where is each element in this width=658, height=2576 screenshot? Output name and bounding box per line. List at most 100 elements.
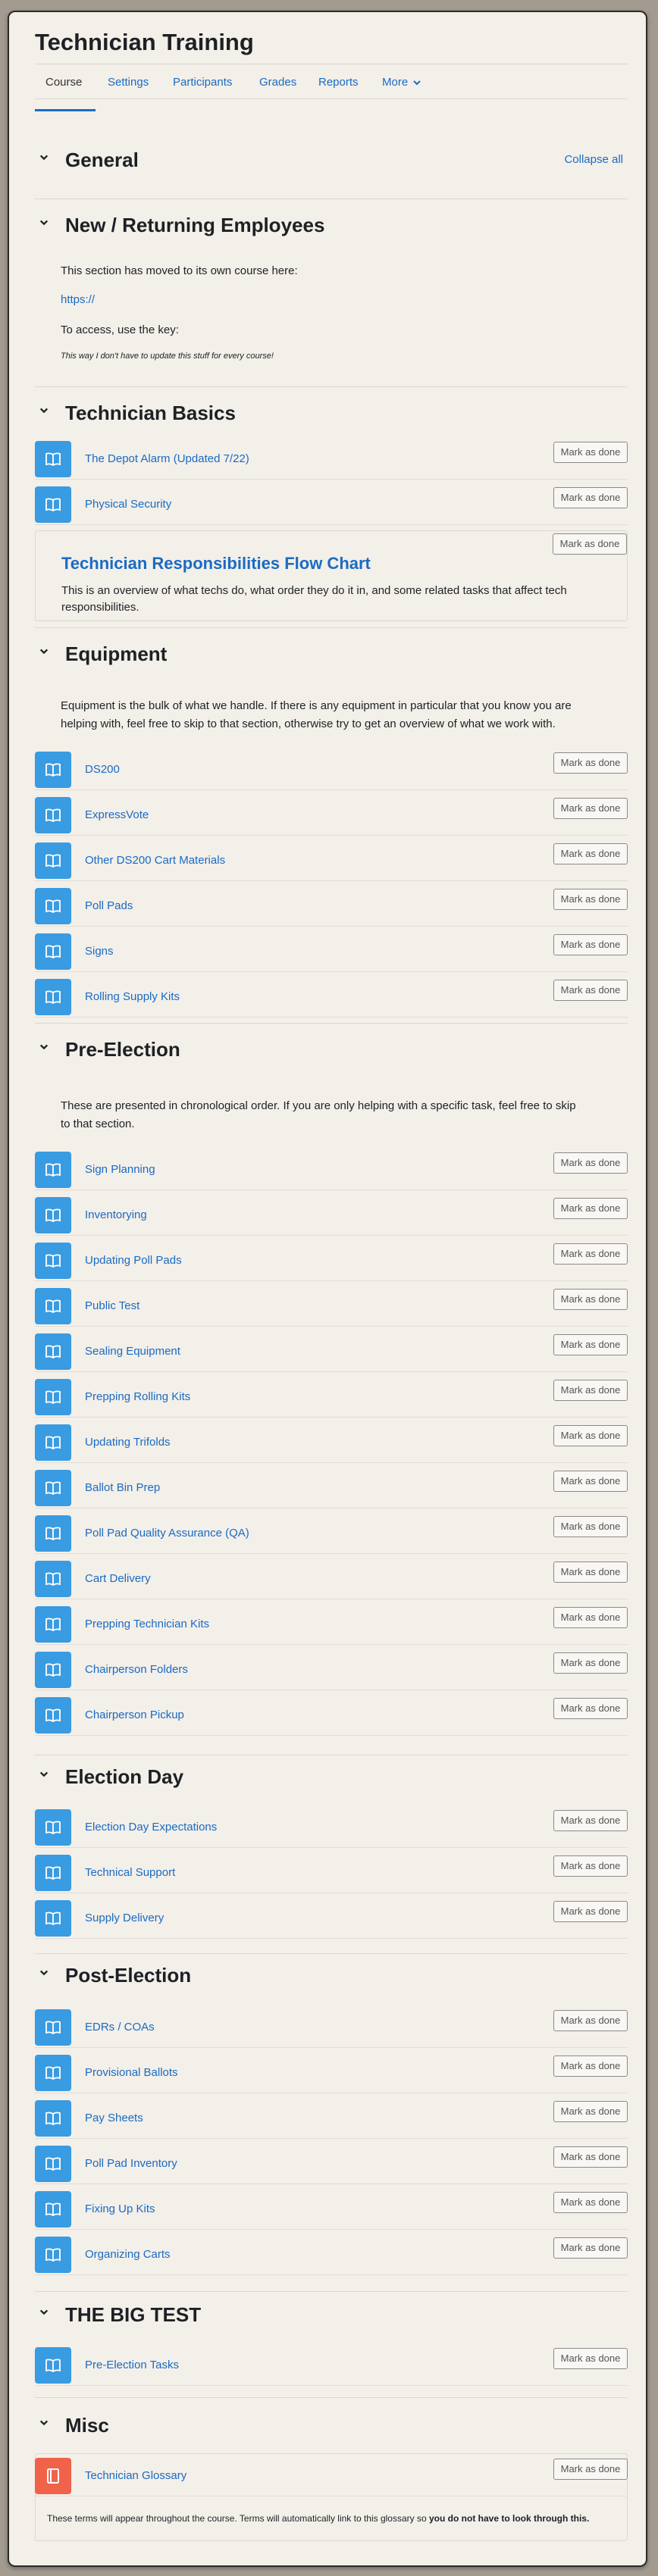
- tab-more[interactable]: More: [382, 76, 421, 89]
- chevron-down-icon[interactable]: [39, 647, 49, 656]
- mark-as-done-button[interactable]: Mark as done: [553, 1516, 628, 1537]
- section-header-big_test[interactable]: THE BIG TEST: [35, 2300, 628, 2331]
- activity-link[interactable]: Sign Planning: [85, 1163, 155, 1176]
- activity-link[interactable]: Prepping Rolling Kits: [85, 1390, 190, 1403]
- activity-link[interactable]: Updating Trifolds: [85, 1436, 171, 1449]
- chevron-down-icon[interactable]: [39, 1968, 49, 1977]
- activity-link[interactable]: Physical Security: [85, 498, 171, 511]
- section-summary[interactable]: https://: [61, 291, 582, 309]
- activity-link[interactable]: ExpressVote: [85, 808, 149, 821]
- flow-chart-title[interactable]: Technician Responsibilities Flow Chart: [61, 554, 371, 574]
- section-header-post_election[interactable]: Post-Election: [35, 1961, 628, 1991]
- tab-course[interactable]: Course: [45, 76, 82, 89]
- mark-as-done-button[interactable]: Mark as done: [553, 752, 628, 774]
- activity-link[interactable]: Inventorying: [85, 1208, 147, 1221]
- mark-as-done-button[interactable]: Mark as done: [553, 2459, 628, 2480]
- section-header-new_returning[interactable]: New / Returning Employees: [35, 211, 628, 241]
- chevron-down-icon[interactable]: [39, 1043, 49, 1052]
- activity-item: Chairperson Pickup Mark as done: [35, 1696, 628, 1736]
- mark-as-done-button[interactable]: Mark as done: [553, 2010, 628, 2031]
- activity-link[interactable]: Ballot Bin Prep: [85, 1481, 160, 1494]
- section-header-basics[interactable]: Technician Basics: [35, 399, 628, 429]
- activity-link[interactable]: Chairperson Pickup: [85, 1708, 184, 1721]
- activity-link[interactable]: Election Day Expectations: [85, 1821, 217, 1834]
- activity-link[interactable]: Fixing Up Kits: [85, 2202, 155, 2215]
- mark-as-done-button[interactable]: Mark as done: [553, 1243, 628, 1265]
- mark-as-done-button[interactable]: Mark as done: [553, 1152, 628, 1174]
- chevron-down-icon[interactable]: [39, 2308, 49, 2317]
- activity-link[interactable]: DS200: [85, 763, 120, 776]
- mark-as-done-button[interactable]: Mark as done: [553, 1334, 628, 1355]
- mark-as-done-button[interactable]: Mark as done: [553, 1652, 628, 1674]
- mark-as-done-button[interactable]: Mark as done: [553, 980, 628, 1001]
- mark-as-done-button[interactable]: Mark as done: [553, 2348, 628, 2369]
- mark-as-done-button[interactable]: Mark as done: [553, 533, 627, 555]
- mark-as-done-button[interactable]: Mark as done: [553, 798, 628, 819]
- activity-link[interactable]: Pay Sheets: [85, 2112, 143, 2124]
- activity-item: Sign Planning Mark as done: [35, 1150, 628, 1190]
- chevron-down-icon[interactable]: [39, 153, 49, 162]
- tab-settings[interactable]: Settings: [108, 76, 149, 89]
- mark-as-done-button[interactable]: Mark as done: [553, 2055, 628, 2077]
- mark-as-done-button[interactable]: Mark as done: [553, 1607, 628, 1628]
- activity-link[interactable]: Signs: [85, 945, 114, 958]
- activity-link[interactable]: Prepping Technician Kits: [85, 1618, 209, 1630]
- chevron-down-icon[interactable]: [39, 1770, 49, 1779]
- activity-link[interactable]: Provisional Ballots: [85, 2066, 178, 2079]
- activity-link[interactable]: Pre-Election Tasks: [85, 2359, 179, 2371]
- section-header-equipment[interactable]: Equipment: [35, 639, 628, 670]
- mark-as-done-button[interactable]: Mark as done: [553, 843, 628, 864]
- mark-as-done-button[interactable]: Mark as done: [553, 934, 628, 955]
- mark-as-done-button[interactable]: Mark as done: [553, 1289, 628, 1310]
- mark-as-done-button[interactable]: Mark as done: [553, 1901, 628, 1922]
- mark-as-done-button[interactable]: Mark as done: [553, 442, 628, 463]
- activity-link[interactable]: Supply Delivery: [85, 1912, 164, 1924]
- tab-participants[interactable]: Participants: [173, 76, 232, 89]
- activity-link[interactable]: Poll Pad Quality Assurance (QA): [85, 1527, 249, 1540]
- activity-link[interactable]: Public Test: [85, 1299, 139, 1312]
- activity-link[interactable]: Technician Glossary: [85, 2469, 186, 2482]
- mark-as-done-button[interactable]: Mark as done: [553, 1810, 628, 1831]
- mark-as-done-button[interactable]: Mark as done: [553, 1198, 628, 1219]
- activity-link[interactable]: Poll Pad Inventory: [85, 2157, 177, 2170]
- mark-as-done-button[interactable]: Mark as done: [553, 1380, 628, 1401]
- chevron-down-icon[interactable]: [39, 2418, 49, 2428]
- activity-item: Cart Delivery Mark as done: [35, 1559, 628, 1599]
- activity-item: Prepping Technician Kits Mark as done: [35, 1605, 628, 1645]
- mark-as-done-button[interactable]: Mark as done: [553, 2192, 628, 2213]
- mark-as-done-button[interactable]: Mark as done: [553, 1698, 628, 1719]
- chevron-down-icon[interactable]: [39, 218, 49, 227]
- collapse-all-link[interactable]: Collapse all: [564, 153, 623, 166]
- activity-link[interactable]: EDRs / COAs: [85, 2021, 155, 2034]
- mark-as-done-button[interactable]: Mark as done: [553, 2146, 628, 2168]
- activity-item: Chairperson Folders Mark as done: [35, 1650, 628, 1690]
- section-header-general[interactable]: General Collapse all: [35, 145, 628, 176]
- mark-as-done-button[interactable]: Mark as done: [553, 1425, 628, 1446]
- activity-link[interactable]: Cart Delivery: [85, 1572, 151, 1585]
- activity-link[interactable]: Organizing Carts: [85, 2248, 171, 2261]
- activity-link[interactable]: The Depot Alarm (Updated 7/22): [85, 452, 249, 465]
- section-header-election_day[interactable]: Election Day: [35, 1762, 628, 1793]
- activity-item: Prepping Rolling Kits Mark as done: [35, 1377, 628, 1418]
- activity-link[interactable]: Chairperson Folders: [85, 1663, 188, 1676]
- mark-as-done-button[interactable]: Mark as done: [553, 1562, 628, 1583]
- tab-grades[interactable]: Grades: [259, 76, 296, 89]
- mark-as-done-button[interactable]: Mark as done: [553, 889, 628, 910]
- activity-link[interactable]: Rolling Supply Kits: [85, 990, 180, 1003]
- section-summary: This way I don't have to update this stu…: [61, 352, 274, 361]
- activity-link[interactable]: Sealing Equipment: [85, 1345, 180, 1358]
- tab-reports[interactable]: Reports: [318, 76, 359, 89]
- section-header-pre_election[interactable]: Pre-Election: [35, 1035, 628, 1065]
- chevron-down-icon[interactable]: [39, 406, 49, 415]
- section-summary: These are presented in chronological ord…: [61, 1099, 576, 1130]
- mark-as-done-button[interactable]: Mark as done: [553, 2237, 628, 2259]
- activity-link[interactable]: Technical Support: [85, 1866, 175, 1879]
- mark-as-done-button[interactable]: Mark as done: [553, 1855, 628, 1877]
- section-header-misc[interactable]: Misc: [35, 2411, 628, 2441]
- activity-link[interactable]: Other DS200 Cart Materials: [85, 854, 225, 867]
- mark-as-done-button[interactable]: Mark as done: [553, 1471, 628, 1492]
- mark-as-done-button[interactable]: Mark as done: [553, 2101, 628, 2122]
- activity-link[interactable]: Poll Pads: [85, 899, 133, 912]
- activity-link[interactable]: Updating Poll Pads: [85, 1254, 182, 1267]
- mark-as-done-button[interactable]: Mark as done: [553, 487, 628, 508]
